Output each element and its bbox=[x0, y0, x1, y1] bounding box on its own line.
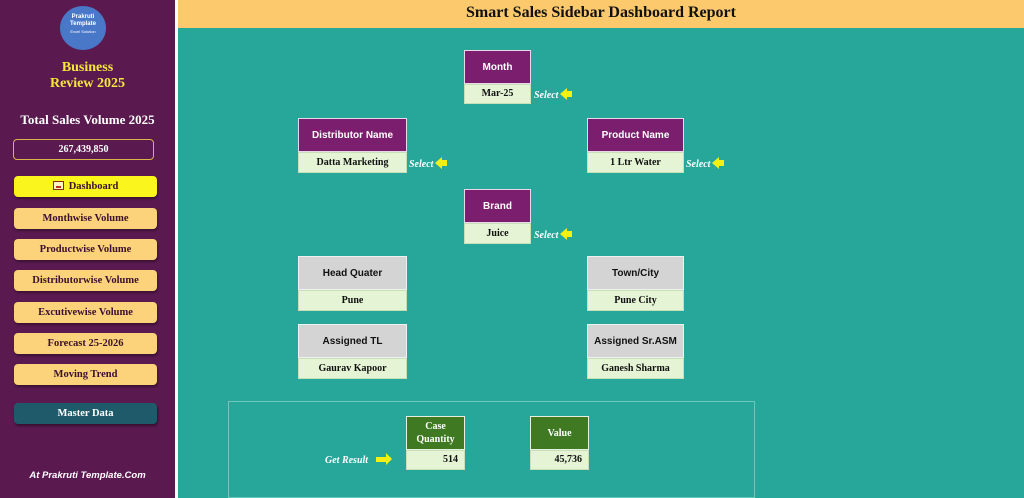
distributor-filter: Distributor Name Datta Marketing bbox=[298, 118, 407, 173]
brand-value-cell[interactable]: Juice bbox=[464, 223, 531, 244]
case-quantity-value: 514 bbox=[406, 450, 465, 470]
distributor-select-hint: Select bbox=[409, 157, 448, 170]
nav-button-forecast[interactable]: Forecast 25-2026 bbox=[14, 333, 157, 354]
head-quater-label: Head Quater bbox=[298, 256, 407, 290]
assigned-asm-value: Ganesh Sharma bbox=[587, 358, 684, 379]
assigned-asm-label: Assigned Sr.ASM bbox=[587, 324, 684, 358]
total-sales-value: 267,439,850 bbox=[13, 139, 154, 160]
get-result-text: Get Result bbox=[325, 455, 369, 466]
result-panel bbox=[228, 401, 755, 498]
product-select-hint: Select bbox=[686, 157, 725, 170]
head-quater-value: Pune bbox=[298, 290, 407, 311]
left-arrow-icon bbox=[435, 157, 448, 169]
nav-button-moving-trend[interactable]: Moving Trend bbox=[14, 364, 157, 385]
nav-label: Dashboard bbox=[68, 181, 119, 192]
assigned-tl-label: Assigned TL bbox=[298, 324, 407, 358]
product-filter: Product Name 1 Ltr Water bbox=[587, 118, 684, 173]
left-arrow-icon bbox=[560, 88, 573, 100]
case-quantity-result: Case Quantity 514 bbox=[406, 416, 465, 470]
left-arrow-icon bbox=[712, 157, 725, 169]
town-city-value: Pune City bbox=[587, 290, 684, 311]
logo-text-line1: Prakruti Template bbox=[70, 14, 96, 27]
total-sales-label: Total Sales Volume 2025 bbox=[20, 112, 155, 127]
town-city-info: Town/City Pune City bbox=[587, 256, 684, 311]
assigned-asm-info: Assigned Sr.ASM Ganesh Sharma bbox=[587, 324, 684, 379]
brand-filter: Brand Juice bbox=[464, 189, 531, 244]
assigned-tl-info: Assigned TL Gaurav Kapoor bbox=[298, 324, 407, 379]
nav-button-excutivewise-volume[interactable]: Excutivewise Volume bbox=[14, 302, 157, 323]
nav-button-monthwise-volume[interactable]: Monthwise Volume bbox=[14, 208, 157, 229]
case-quantity-label: Case Quantity bbox=[406, 416, 465, 450]
business-review-title: Business Review 2025 bbox=[49, 60, 126, 91]
month-label: Month bbox=[464, 50, 531, 84]
nav-button-productwise-volume[interactable]: Productwise Volume bbox=[14, 239, 157, 260]
distributor-label: Distributor Name bbox=[298, 118, 407, 152]
value-label: Value bbox=[530, 416, 589, 450]
product-value-cell[interactable]: 1 Ltr Water bbox=[587, 152, 684, 173]
company-logo: Prakruti Template Excel Solution bbox=[60, 6, 106, 50]
logo-text-line2: Excel Solution bbox=[70, 29, 96, 34]
presentation-icon bbox=[52, 181, 64, 190]
select-label: Select bbox=[686, 159, 711, 170]
month-select-hint: Select bbox=[534, 88, 573, 101]
footer-link[interactable]: At Prakruti Template.Com bbox=[0, 470, 175, 481]
right-arrow-icon bbox=[376, 453, 393, 465]
brand-select-hint: Select bbox=[534, 228, 573, 241]
value-value: 45,736 bbox=[530, 450, 589, 470]
select-label: Select bbox=[409, 159, 434, 170]
nav-button-distributorwise-volume[interactable]: Distributorwise Volume bbox=[14, 270, 157, 291]
distributor-value-cell[interactable]: Datta Marketing bbox=[298, 152, 407, 173]
head-quater-info: Head Quater Pune bbox=[298, 256, 407, 311]
select-label: Select bbox=[534, 230, 559, 241]
product-label: Product Name bbox=[587, 118, 684, 152]
value-result: Value 45,736 bbox=[530, 416, 589, 470]
assigned-tl-value: Gaurav Kapoor bbox=[298, 358, 407, 379]
get-result-label: Get Result bbox=[325, 453, 393, 466]
select-label: Select bbox=[534, 90, 559, 101]
page-title: Smart Sales Sidebar Dashboard Report bbox=[466, 4, 736, 21]
brand-label: Brand bbox=[464, 189, 531, 223]
month-value-cell[interactable]: Mar-25 bbox=[464, 84, 531, 104]
sidebar: Prakruti Template Excel Solution Busines… bbox=[0, 0, 175, 498]
month-filter: Month Mar-25 bbox=[464, 50, 531, 104]
left-arrow-icon bbox=[560, 228, 573, 240]
town-city-label: Town/City bbox=[587, 256, 684, 290]
master-data-button[interactable]: Master Data bbox=[14, 403, 157, 424]
nav-button-dashboard[interactable]: Dashboard bbox=[14, 176, 157, 197]
